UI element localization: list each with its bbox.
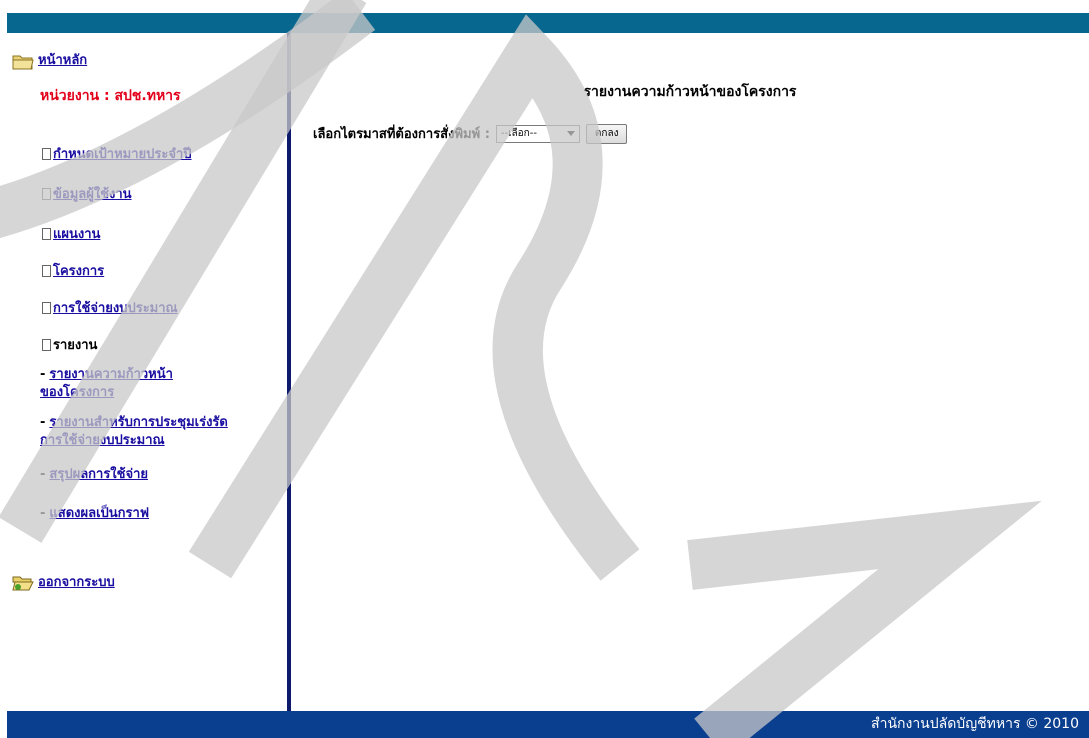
quarter-select-value: --เลือก--: [500, 128, 537, 139]
footer: สำนักงานปลัดบัญชีทหาร © 2010: [7, 711, 1089, 738]
document-icon: [42, 147, 51, 160]
menu-link-projects[interactable]: โครงการ: [53, 260, 104, 281]
logout-link[interactable]: ออกจากระบบ: [38, 571, 115, 592]
ok-button[interactable]: ตกลง: [585, 123, 628, 144]
home-link[interactable]: หน้าหลัก: [38, 49, 87, 70]
chevron-down-icon: [566, 131, 575, 136]
menu-item-plans[interactable]: แผนงาน: [42, 223, 100, 244]
menu-label-reports: รายงาน: [53, 338, 98, 353]
menu-link-annual-target[interactable]: กำหนดเป้าหมายประจำปี: [53, 143, 192, 164]
quarter-select[interactable]: --เลือก--: [495, 124, 580, 143]
report-link-meeting-line2[interactable]: การใช้จ่ายงบประมาณ: [40, 433, 165, 448]
report-sub-item-progress[interactable]: - รายงานความก้าวหน้า ของโครงการ: [40, 366, 173, 402]
sidebar: หน้าหลัก หน่วยงาน : สปช.ทหาร กำหนดเป้าหม…: [7, 33, 287, 711]
logout-row[interactable]: ออกจากระบบ: [12, 571, 115, 592]
report-link-meeting-line1[interactable]: รายงานสำหรับการประชุมเร่งรัด: [49, 415, 227, 430]
report-link-progress-line1[interactable]: รายงานความก้าวหน้า: [49, 367, 173, 382]
footer-copyright: สำนักงานปลัดบัญชีทหาร © 2010: [871, 716, 1079, 732]
menu-item-projects[interactable]: โครงการ: [42, 260, 104, 281]
document-icon: [42, 338, 51, 351]
menu-item-annual-target[interactable]: กำหนดเป้าหมายประจำปี: [42, 143, 192, 164]
quarter-form: เลือกไตรมาสที่ต้องการสั่งพิมพ์ : --เลือก…: [313, 123, 628, 144]
document-icon: [42, 227, 51, 240]
open-folder-icon: [12, 573, 34, 591]
left-border: [0, 0, 7, 738]
page: หน้าหลัก หน่วยงาน : สปช.ทหาร กำหนดเป้าหม…: [0, 0, 1089, 738]
report-sub-item-meeting[interactable]: - รายงานสำหรับการประชุมเร่งรัด การใช้จ่าย…: [40, 414, 228, 450]
report-sub-item-graph[interactable]: - แสดงผลเป็นกราฟ: [40, 505, 149, 523]
menu-link-budget[interactable]: การใช้จ่ายงบประมาณ: [53, 297, 178, 318]
folder-icon: [12, 52, 34, 70]
report-sub-item-summary[interactable]: - สรุปผลการใช้จ่าย: [40, 466, 148, 484]
document-icon: [42, 264, 51, 277]
unit-label: หน่วยงาน : สปช.ทหาร: [40, 88, 181, 104]
document-icon: [42, 187, 51, 200]
menu-item-budget[interactable]: การใช้จ่ายงบประมาณ: [42, 297, 178, 318]
home-row: หน้าหลัก: [12, 49, 87, 70]
document-icon: [42, 301, 51, 314]
menu-link-user-data[interactable]: ข้อมูลผู้ใช้งาน: [53, 183, 132, 204]
menu-item-user-data[interactable]: ข้อมูลผู้ใช้งาน: [42, 183, 132, 204]
report-link-progress-line2[interactable]: ของโครงการ: [40, 385, 114, 400]
page-title: รายงานความก้าวหน้าของโครงการ: [583, 84, 797, 100]
top-banner: [7, 13, 1089, 33]
menu-item-reports: รายงาน: [42, 334, 97, 355]
report-link-summary[interactable]: สรุปผลการใช้จ่าย: [49, 467, 148, 482]
main-content: รายงานความก้าวหน้าของโครงการ เลือกไตรมาส…: [291, 33, 1089, 711]
report-link-graph[interactable]: แสดงผลเป็นกราฟ: [49, 506, 149, 521]
quarter-label: เลือกไตรมาสที่ต้องการสั่งพิมพ์ :: [313, 127, 490, 142]
menu-link-plans[interactable]: แผนงาน: [53, 223, 100, 244]
